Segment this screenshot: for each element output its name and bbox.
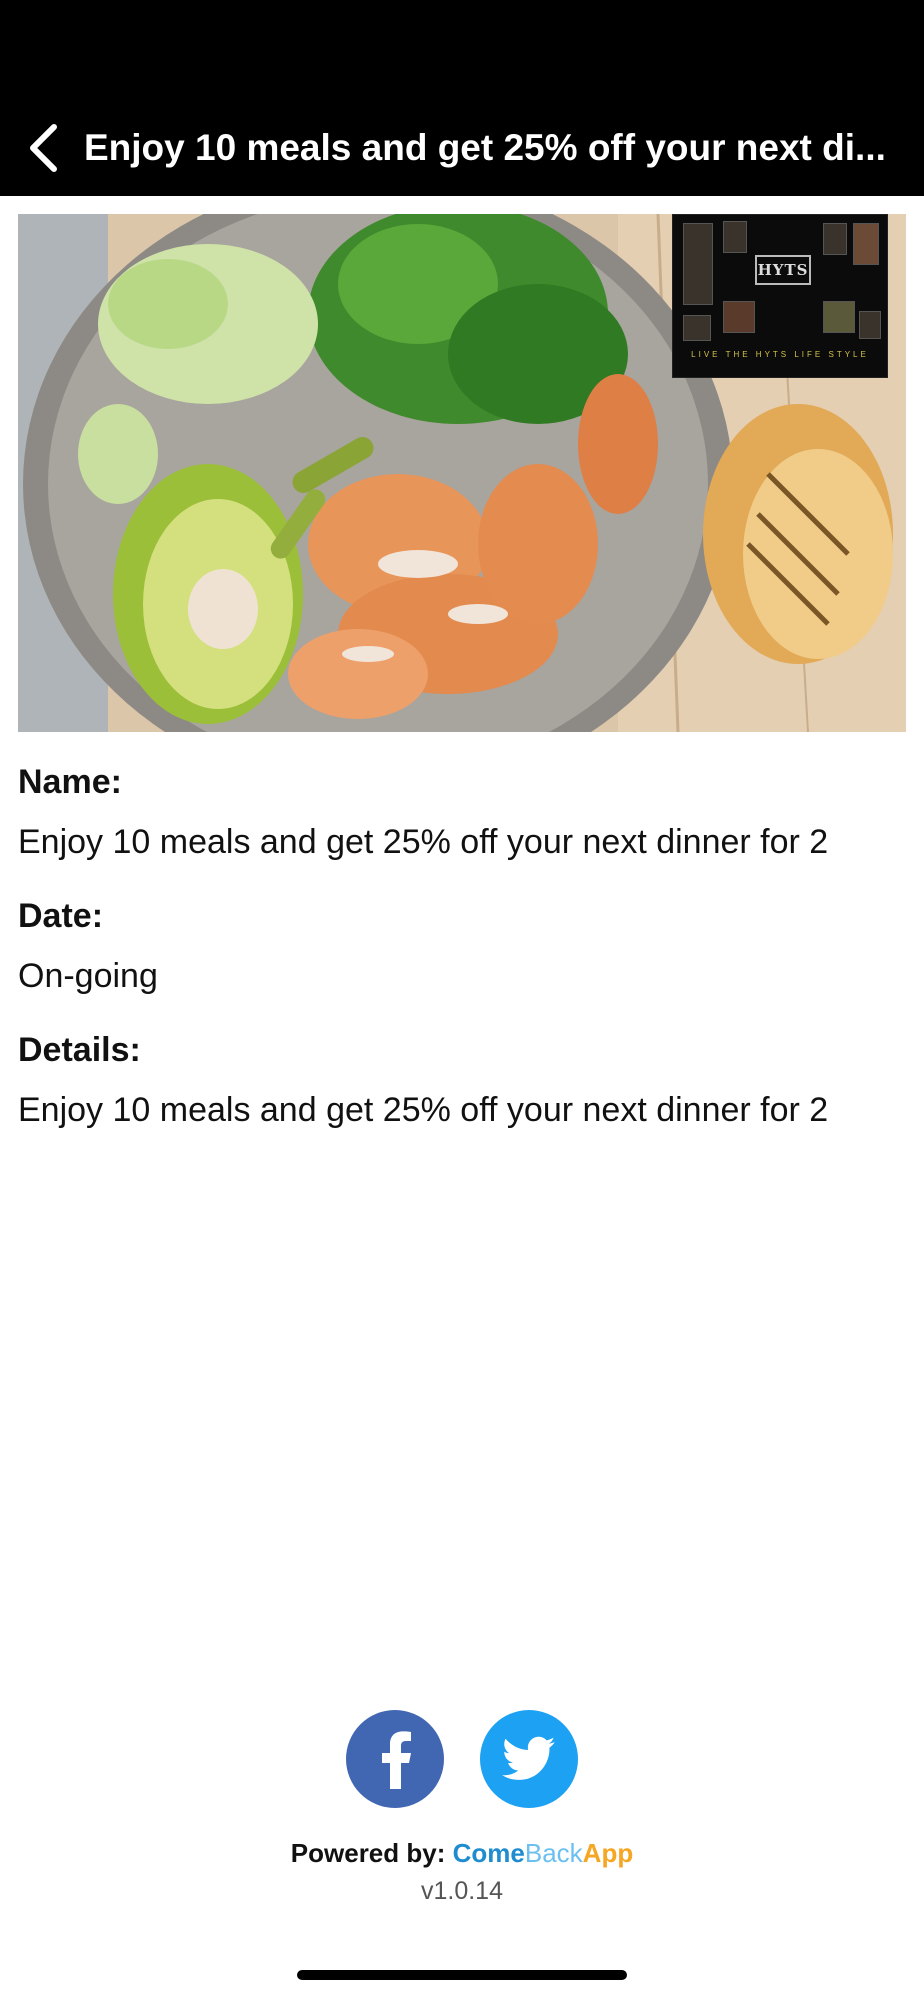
chevron-left-icon bbox=[30, 124, 57, 172]
twitter-button[interactable] bbox=[480, 1710, 578, 1808]
date-label: Date: bbox=[18, 897, 104, 935]
offer-image: HYTS LIVE THE HYTS LIFE STYLE bbox=[18, 214, 906, 732]
nav-header: Enjoy 10 meals and get 25% off your next… bbox=[0, 0, 924, 196]
twitter-icon bbox=[502, 1736, 556, 1780]
brand-logo: HYTS LIVE THE HYTS LIFE STYLE bbox=[672, 214, 888, 378]
app-version: v1.0.14 bbox=[420, 1877, 503, 1905]
logo-tagline: LIVE THE HYTS LIFE STYLE bbox=[691, 350, 869, 359]
brand-name[interactable]: ComeBackApp bbox=[453, 1838, 634, 1868]
brand-come: Come bbox=[452, 1838, 525, 1868]
facebook-button[interactable] bbox=[346, 1710, 444, 1808]
details-section: Details: Enjoy 10 meals and get 25% off … bbox=[18, 1028, 906, 1132]
name-label: Name: bbox=[18, 763, 122, 801]
offer-details: Name: Enjoy 10 meals and get 25% off you… bbox=[18, 760, 906, 1162]
details-value: Enjoy 10 meals and get 25% off your next… bbox=[18, 1091, 829, 1129]
details-label: Details: bbox=[18, 1031, 141, 1069]
back-button[interactable] bbox=[18, 116, 68, 180]
facebook-icon bbox=[382, 1731, 411, 1789]
powered-by-label: Powered by: bbox=[290, 1838, 446, 1868]
name-section: Name: Enjoy 10 meals and get 25% off you… bbox=[18, 760, 906, 864]
brand-app: App bbox=[582, 1838, 634, 1868]
page-title: Enjoy 10 meals and get 25% off your next… bbox=[84, 127, 886, 168]
home-indicator bbox=[297, 1970, 627, 1980]
logo-text: HYTS bbox=[755, 255, 811, 285]
date-value: On-going bbox=[18, 957, 158, 995]
date-section: Date: On-going bbox=[18, 894, 906, 998]
powered-by: Powered by: ComeBackApp bbox=[0, 1836, 924, 1870]
name-value: Enjoy 10 meals and get 25% off your next… bbox=[18, 823, 829, 861]
social-share bbox=[0, 1710, 924, 1810]
brand-back: Back bbox=[524, 1838, 583, 1868]
